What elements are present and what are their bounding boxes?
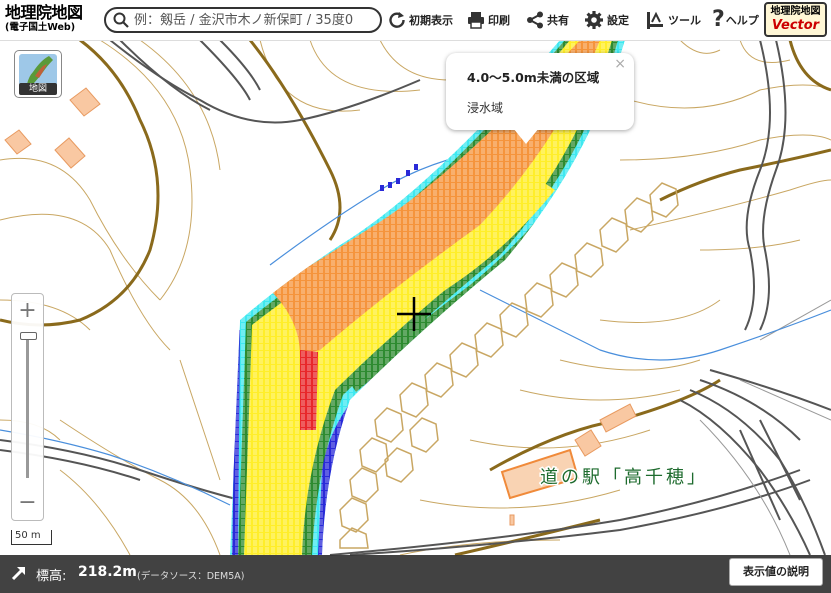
tools-button[interactable]: ツール xyxy=(645,7,701,33)
gear-icon xyxy=(585,11,603,29)
popup-title: 4.0〜5.0m未満の区域 xyxy=(467,70,600,85)
expand-arrow-icon[interactable] xyxy=(10,564,28,582)
explain-values-button[interactable]: 表示値の説明 xyxy=(729,558,823,586)
share-icon xyxy=(527,11,543,29)
elevation-value: 218.2m xyxy=(78,564,137,580)
layer-select-button[interactable]: 地図 xyxy=(14,50,62,98)
scale-bar: 50 m xyxy=(11,530,52,545)
elevation-bar: 標高: 218.2m (データソース：DEM5A) 表示値の説明 xyxy=(0,555,831,593)
elevation-label: 標高: xyxy=(36,569,67,584)
map-canvas[interactable]: 道の駅「高千穂」 xyxy=(0,0,831,593)
share-label: 共有 xyxy=(547,14,569,27)
print-icon xyxy=(468,12,484,29)
elevation-source: (データソース：DEM5A) xyxy=(137,571,245,582)
settings-button[interactable]: 設定 xyxy=(584,7,629,33)
vector-button-top: 地理院地図 xyxy=(770,6,821,17)
vector-button-bottom: Vector xyxy=(771,18,820,33)
help-label: ヘルプ xyxy=(725,14,759,27)
map-thumbnail-icon xyxy=(19,54,57,86)
vector-map-button[interactable]: 地理院地図 Vector xyxy=(764,2,827,37)
help-button[interactable]: ? ヘルプ xyxy=(712,7,759,33)
zoom-slider-track[interactable] xyxy=(26,336,29,478)
share-button[interactable]: 共有 xyxy=(526,7,569,33)
zoom-slider-handle[interactable] xyxy=(20,332,37,340)
search-icon[interactable] xyxy=(113,12,129,28)
close-icon[interactable]: × xyxy=(614,56,626,72)
tools-label: ツール xyxy=(668,14,701,27)
reset-view-button[interactable]: 初期表示 xyxy=(388,7,453,33)
settings-label: 設定 xyxy=(607,14,629,27)
header-bar: 地理院地図 (電子国土Web) 初期表示 印刷 共有 xyxy=(0,0,831,41)
search-input[interactable] xyxy=(134,11,378,29)
print-button[interactable]: 印刷 xyxy=(467,7,510,33)
popup-body: 浸水域 xyxy=(467,101,504,115)
station-label[interactable]: 道の駅「高千穂」 xyxy=(539,466,708,490)
zoom-control: + − xyxy=(11,293,44,521)
info-popup: 4.0〜5.0m未満の区域 浸水域 × xyxy=(446,53,634,130)
print-label: 印刷 xyxy=(488,14,510,27)
refresh-icon xyxy=(389,12,405,28)
popup-tail xyxy=(513,128,539,144)
brand-subtitle: (電子国土Web) xyxy=(5,22,76,33)
layer-button-label: 地図 xyxy=(19,83,57,95)
search-box xyxy=(104,7,382,33)
zoom-in-button[interactable]: + xyxy=(12,296,43,326)
brand-logo[interactable]: 地理院地図 (電子国土Web) xyxy=(5,3,101,37)
brand-main-title: 地理院地図 xyxy=(5,3,83,22)
tool-icon xyxy=(647,11,663,29)
zoom-out-button[interactable]: − xyxy=(12,488,43,518)
reset-view-label: 初期表示 xyxy=(409,14,453,27)
help-icon: ? xyxy=(712,7,725,32)
